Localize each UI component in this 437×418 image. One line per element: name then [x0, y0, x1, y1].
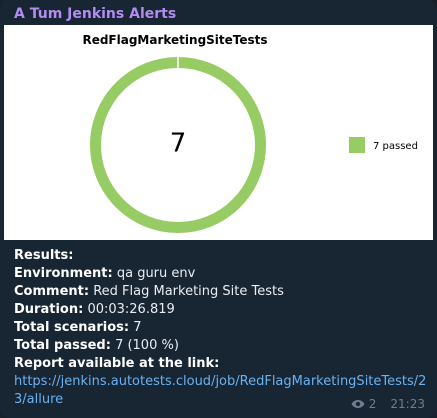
total-passed-line: Total passed: 7 (100 %) — [14, 338, 179, 353]
chart-legend: 7 passed — [349, 137, 418, 153]
center-value-label: 7 — [170, 129, 187, 159]
chart-image[interactable]: RedFlagMarketingSiteTests 7 7 passed — [4, 25, 433, 240]
duration-line: Duration: 00:03:26.819 — [14, 302, 175, 317]
comment-line: Comment: Red Flag Marketing Site Tests — [14, 284, 284, 299]
legend-swatch-0 — [349, 137, 365, 153]
environment-line: Environment: qa guru env — [14, 266, 196, 281]
message-time: 21:23 — [390, 397, 425, 411]
views-count: 2 — [368, 397, 377, 411]
message-bubble: A Tum Jenkins Alerts RedFlagMarketingSit… — [0, 0, 437, 418]
results-heading: Results: — [14, 248, 74, 263]
donut-chart: RedFlagMarketingSiteTests 7 7 passed — [82, 33, 418, 233]
message-meta: 2 21:23 — [351, 396, 425, 412]
chart-title: RedFlagMarketingSiteTests — [82, 33, 267, 47]
legend-label-0: 7 passed — [373, 141, 418, 152]
report-label: Report available at the link: — [14, 356, 220, 371]
eye-icon — [351, 400, 365, 408]
channel-title[interactable]: A Tum Jenkins Alerts — [14, 5, 176, 23]
total-scenarios-line: Total scenarios: 7 — [14, 320, 142, 335]
message-text: Results: Environment: qa guru env Commen… — [14, 247, 429, 409]
